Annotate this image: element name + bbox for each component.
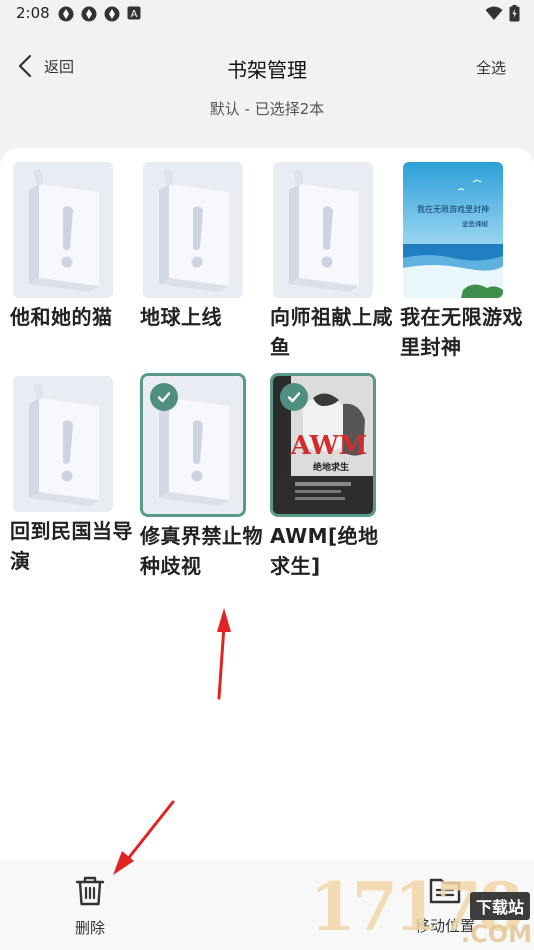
status-time: 2:08 [16, 4, 50, 22]
status-bar: 2:08 A [0, 0, 534, 28]
cover-subtitle-text: 绝地求生 [313, 461, 349, 473]
svg-text:A: A [131, 9, 138, 20]
book-title: 回到民国当导演 [10, 519, 133, 573]
notification-icons: A [58, 6, 141, 22]
header: 返回 书架管理 全选 [0, 40, 534, 96]
book-item-selected[interactable]: 修真界禁止物种歧视 [140, 373, 263, 581]
book-item[interactable]: 我在无限游戏里封神 壶鱼辣椒 我在无限游戏里封神 [400, 162, 523, 362]
book-title: 他和她的猫 [10, 305, 113, 329]
delete-button[interactable]: 删除 [68, 875, 112, 938]
book-cover-placeholder [13, 376, 113, 512]
app-notification-icon [81, 6, 97, 22]
select-all-button[interactable]: 全选 [476, 57, 506, 78]
book-item[interactable]: 他和她的猫 [10, 162, 120, 332]
page-title: 书架管理 [227, 58, 307, 82]
checkmark-icon [150, 383, 178, 411]
placeholder-book-icon [273, 162, 373, 298]
book-cover-placeholder [140, 373, 246, 517]
book-cover-image: AWM 绝地求生 [270, 373, 376, 517]
placeholder-book-icon [13, 376, 113, 512]
book-item[interactable]: 向师祖献上咸鱼 [270, 162, 393, 362]
book-cover-image: 我在无限游戏里封神 壶鱼辣椒 [403, 162, 503, 298]
bookshelf-panel: 他和她的猫 地球上线 向师祖献上咸鱼 我在无限游戏里封神 壶鱼辣椒 我在无限游戏… [0, 148, 534, 860]
watermark-logo: 17178 下载站 .COM [308, 862, 534, 950]
book-title: 地球上线 [140, 305, 222, 329]
book-item-selected[interactable]: AWM 绝地求生 AWM[绝地求生] [270, 373, 380, 581]
cover-author-text: 壶鱼辣椒 [462, 219, 489, 228]
a-badge-icon: A [127, 6, 141, 20]
placeholder-book-icon [143, 162, 243, 298]
book-title: 修真界禁止物种歧视 [140, 524, 263, 578]
book-item[interactable]: 地球上线 [140, 162, 250, 332]
sea-cover-illustration: 我在无限游戏里封神 壶鱼辣椒 [403, 162, 503, 298]
book-title: AWM[绝地求生] [270, 524, 379, 578]
watermark-badge: 下载站 [469, 892, 530, 920]
book-title: 我在无限游戏里封神 [400, 305, 523, 359]
watermark-domain: .COM [460, 920, 532, 948]
book-cover-placeholder [13, 162, 113, 298]
book-item[interactable]: 回到民国当导演 [10, 376, 133, 576]
selection-subtitle: 默认 - 已选择2本 [209, 100, 325, 118]
book-title: 向师祖献上咸鱼 [270, 305, 393, 359]
cover-title-text: 我在无限游戏里封神 [417, 204, 489, 214]
placeholder-book-icon [13, 162, 113, 298]
book-cover-placeholder [143, 162, 243, 298]
app-notification-icon [104, 6, 120, 22]
battery-icon [509, 5, 520, 22]
cover-title-text: AWM [290, 431, 368, 461]
checkmark-icon [280, 383, 308, 411]
book-cover-placeholder [273, 162, 373, 298]
wifi-icon [485, 6, 503, 20]
app-notification-icon [58, 6, 74, 22]
trash-icon [75, 876, 105, 906]
delete-label: 删除 [74, 919, 105, 937]
